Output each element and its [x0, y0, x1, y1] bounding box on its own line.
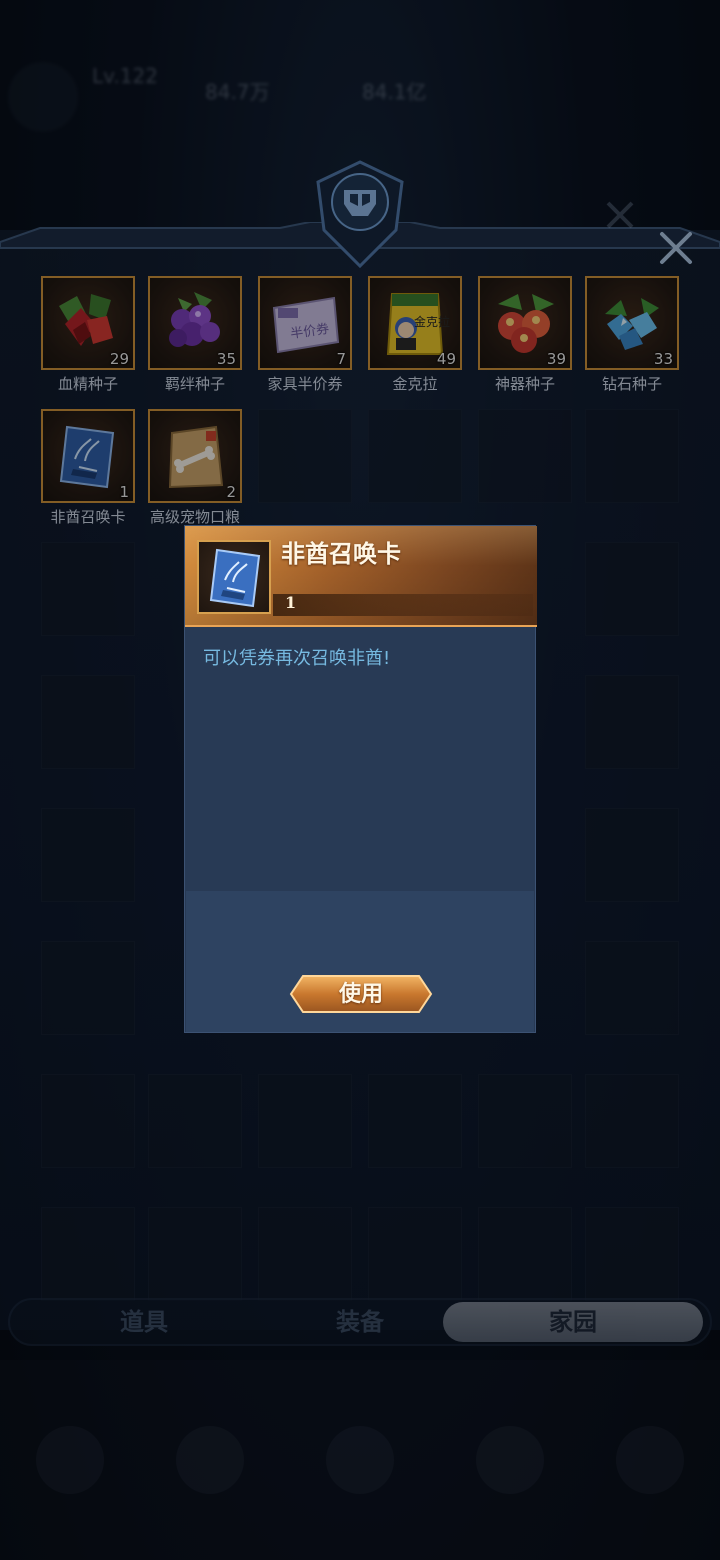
- modal-description: 可以凭券再次召唤非酋!: [203, 648, 391, 669]
- item-detail-modal: 非酋召唤卡 1 可以凭券再次召唤非酋! 使用: [184, 525, 537, 1033]
- modal-title: 非酋召唤卡: [281, 539, 401, 568]
- use-button-label: 使用: [338, 981, 383, 1007]
- modal-item-icon: [197, 540, 271, 614]
- modal-item-count: 1: [285, 593, 297, 612]
- summon-card-icon: [209, 548, 261, 608]
- use-button[interactable]: 使用: [289, 974, 433, 1014]
- game-screen: Lv.122 84.7万 84.1亿 29 血精种子 35 羁绊种子 半价券 7…: [0, 0, 720, 1560]
- modal-count-bar: [273, 594, 533, 616]
